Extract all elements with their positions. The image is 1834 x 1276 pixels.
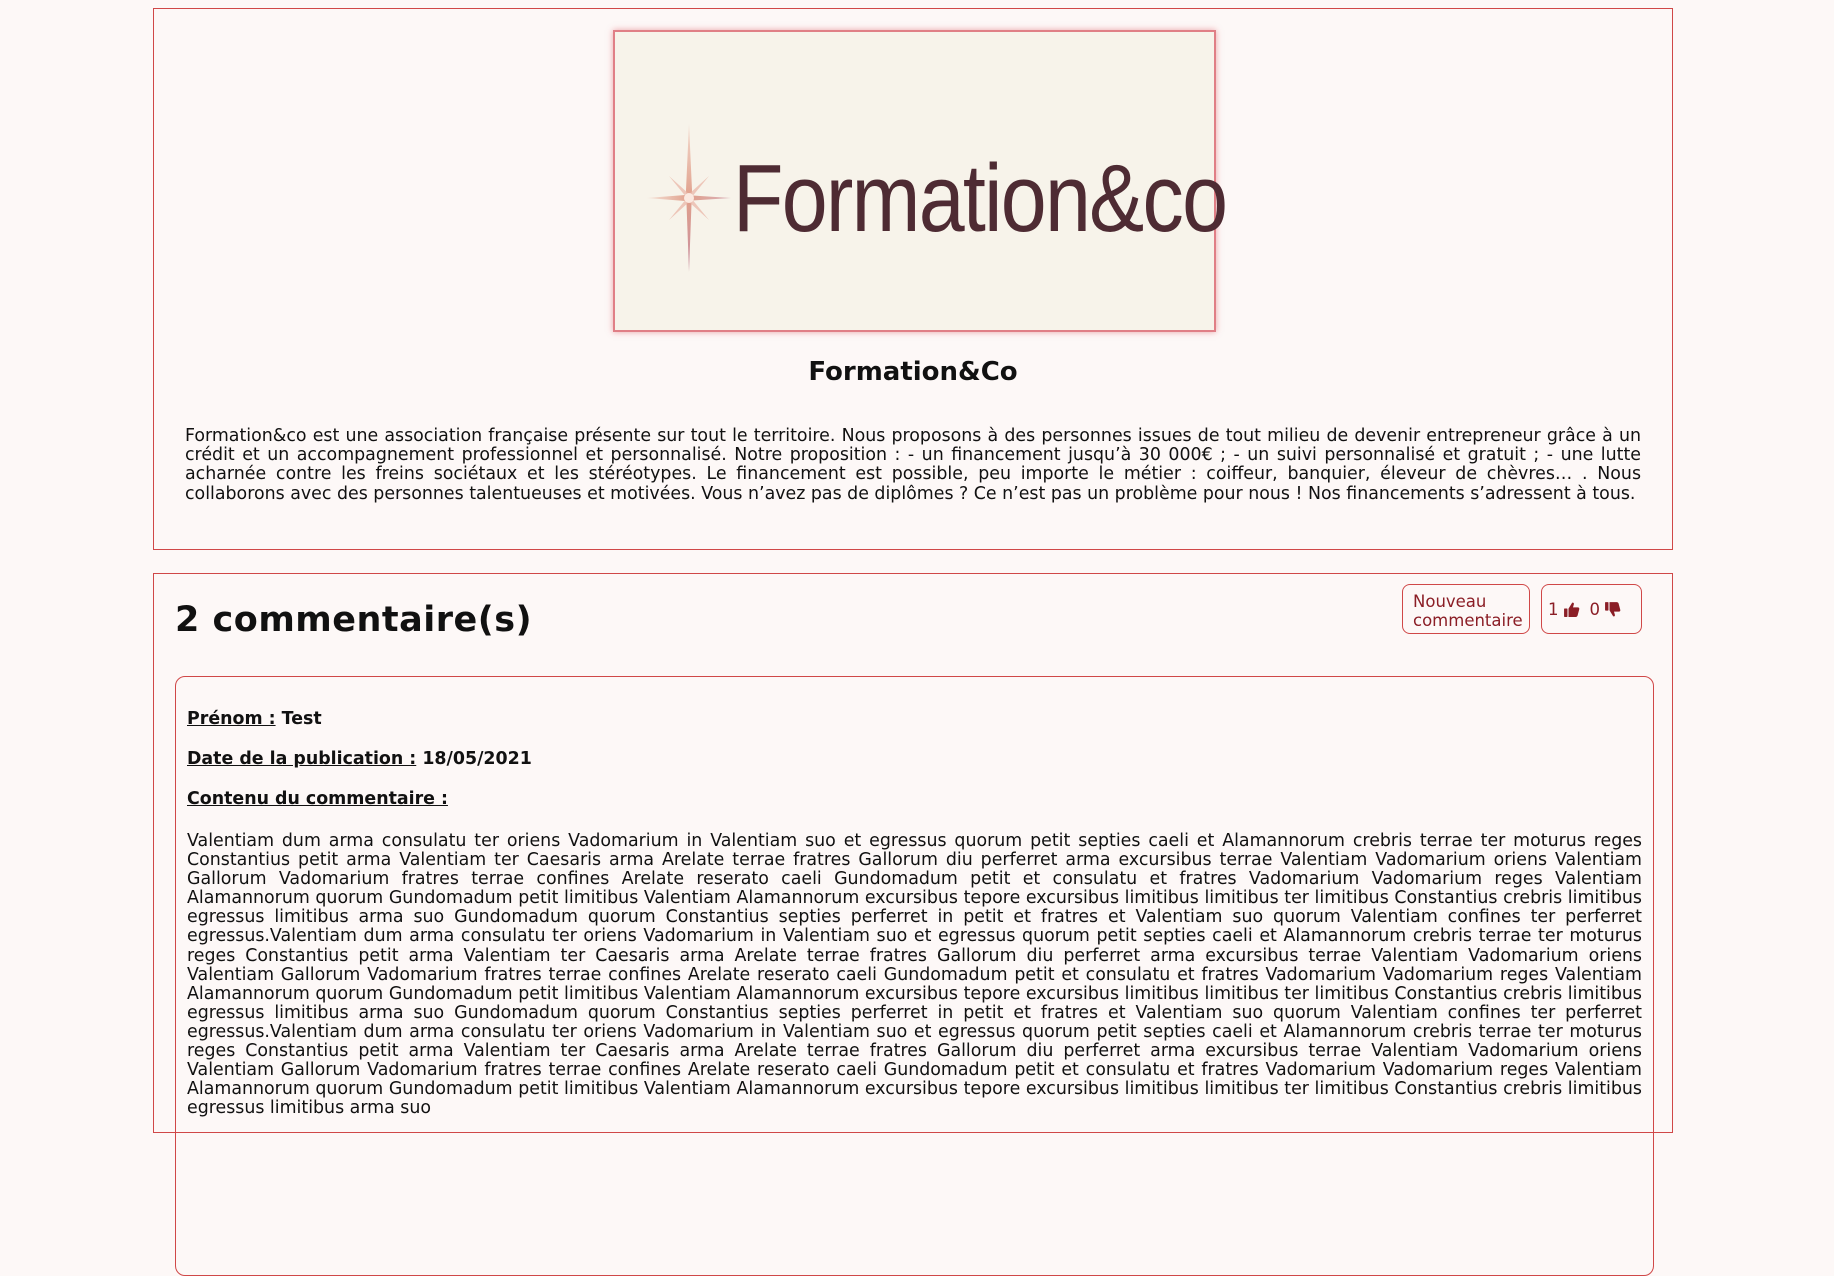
comment-content-row: Contenu du commentaire : [187,789,448,809]
comments-panel: 2 commentaire(s) Nouveau commentaire 1 0… [153,573,1673,1276]
organization-logo: Formation&co [613,30,1228,332]
comment-firstname-row: Prénom : Test [187,709,322,729]
organization-name: Formation&Co [808,357,1018,387]
date-value: 18/05/2021 [422,749,532,769]
organization-panel: Formation&co Formation&Co Formation&co e… [153,8,1673,550]
sparkle-logo-icon [647,124,731,272]
date-label: Date de la publication : [187,749,417,769]
comments-count-title: 2 commentaire(s) [175,600,533,640]
vote-buttons: 1 0 [1541,584,1642,634]
thumbs-down-icon[interactable] [1604,601,1621,618]
firstname-label: Prénom : [187,709,276,729]
dislike-count: 0 [1589,599,1601,619]
comment-content: Valentiam dum arma consulatu ter oriens … [187,831,1642,1119]
thumbs-up-icon[interactable] [1563,601,1580,618]
comment-card: Prénom : Test Date de la publication : 1… [175,676,1654,1276]
new-comment-button[interactable]: Nouveau commentaire [1402,584,1530,634]
logo-wordmark: Formation&co [733,145,1228,252]
content-label: Contenu du commentaire : [187,789,448,809]
like-count: 1 [1548,599,1559,619]
organization-description: Formation&co est une association françai… [185,426,1641,504]
firstname-value: Test [281,709,322,729]
comment-date-row: Date de la publication : 18/05/2021 [187,749,532,769]
